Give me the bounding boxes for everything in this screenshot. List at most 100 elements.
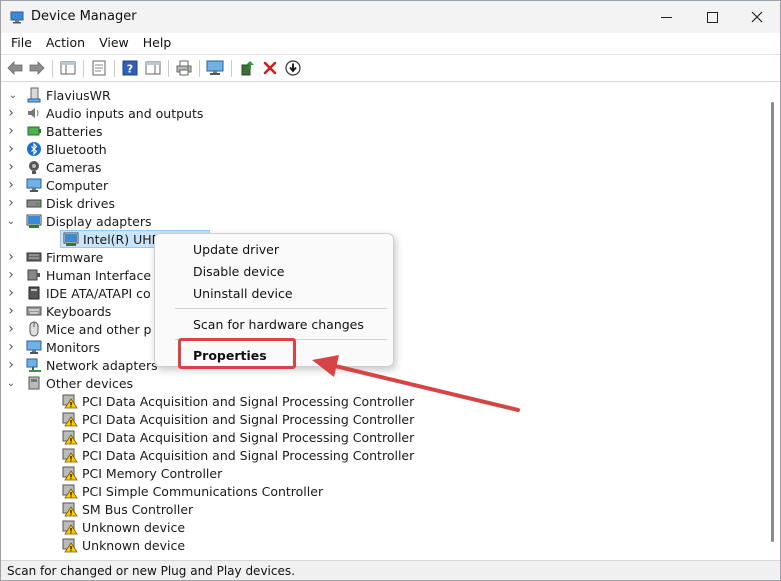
menu-action[interactable]: Action bbox=[39, 33, 92, 53]
chevron-right-icon[interactable]: › bbox=[6, 104, 16, 122]
tree-item-label: Display adapters bbox=[46, 213, 152, 229]
properties-toolbar-button[interactable] bbox=[90, 59, 108, 77]
chevron-right-icon[interactable]: › bbox=[6, 194, 16, 212]
status-bar: Scan for changed or new Plug and Play de… bbox=[1, 560, 780, 580]
ctx-scan-hardware[interactable]: Scan for hardware changes bbox=[193, 317, 364, 332]
menu-view[interactable]: View bbox=[92, 33, 136, 53]
uninstall-device-toolbar-button[interactable] bbox=[261, 59, 279, 77]
warning-device-icon bbox=[62, 412, 78, 427]
forward-button[interactable] bbox=[28, 59, 46, 77]
tree-device[interactable]: PCI Memory Controller bbox=[62, 464, 222, 482]
tree-device[interactable]: SM Bus Controller bbox=[62, 500, 193, 518]
scan-hardware-toolbar-button[interactable] bbox=[206, 59, 224, 77]
chevron-right-icon[interactable]: › bbox=[6, 302, 16, 320]
chevron-right-icon[interactable]: › bbox=[6, 122, 16, 140]
tree-category[interactable]: › Batteries bbox=[8, 122, 103, 140]
ctx-separator bbox=[175, 308, 387, 309]
close-icon bbox=[751, 11, 763, 23]
chevron-right-icon[interactable]: › bbox=[6, 320, 16, 338]
vertical-scrollbar[interactable] bbox=[767, 84, 780, 557]
toolbar: ? bbox=[1, 54, 780, 82]
tree-category[interactable]: › Monitors bbox=[8, 338, 101, 356]
tree-device[interactable]: PCI Data Acquisition and Signal Processi… bbox=[62, 428, 414, 446]
tree-item-label: Batteries bbox=[46, 123, 103, 139]
warning-device-icon bbox=[62, 448, 78, 463]
chevron-right-icon[interactable]: › bbox=[6, 284, 16, 302]
chevron-down-icon[interactable]: ⌄ bbox=[6, 212, 16, 230]
tree-category[interactable]: › Cameras bbox=[8, 158, 101, 176]
toolbar-separator bbox=[168, 60, 169, 77]
tree-device[interactable]: PCI Data Acquisition and Signal Processi… bbox=[62, 446, 414, 464]
update-driver-toolbar-button[interactable] bbox=[238, 59, 256, 77]
toolbar-separator bbox=[83, 60, 84, 77]
tree-item-label: PCI Data Acquisition and Signal Processi… bbox=[82, 429, 415, 445]
annotation-highlight-box bbox=[178, 338, 296, 369]
chevron-right-icon[interactable]: › bbox=[6, 248, 16, 266]
back-button[interactable] bbox=[6, 59, 24, 77]
keyboard-icon bbox=[26, 306, 42, 316]
chevron-down-icon[interactable]: ⌄ bbox=[8, 86, 18, 104]
print-toolbar-button[interactable] bbox=[175, 59, 193, 77]
help-icon: ? bbox=[122, 60, 138, 76]
tree-item-label: Monitors bbox=[46, 339, 101, 355]
tree-category[interactable]: › Human Interface bbox=[8, 266, 151, 284]
close-button[interactable] bbox=[734, 1, 780, 33]
warning-device-icon bbox=[62, 466, 78, 481]
menu-bar: File Action View Help bbox=[1, 33, 780, 53]
maximize-button[interactable] bbox=[689, 1, 735, 33]
menu-help[interactable]: Help bbox=[136, 33, 179, 53]
tree-item-label: IDE ATA/ATAPI co bbox=[46, 285, 151, 301]
monitor-scan-icon bbox=[206, 60, 224, 75]
tree-device[interactable]: Unknown device bbox=[62, 536, 185, 554]
tree-item-label: PCI Data Acquisition and Signal Processi… bbox=[82, 411, 415, 427]
menu-file[interactable]: File bbox=[4, 33, 39, 53]
chevron-right-icon[interactable]: › bbox=[6, 140, 16, 158]
chevron-down-icon[interactable]: ⌄ bbox=[6, 374, 16, 392]
ctx-uninstall-device[interactable]: Uninstall device bbox=[193, 286, 293, 301]
tree-category[interactable]: ⌄ Display adapters bbox=[7, 212, 152, 230]
minimize-icon bbox=[660, 16, 672, 18]
tree-device[interactable]: PCI Data Acquisition and Signal Processi… bbox=[62, 392, 414, 410]
speaker-icon bbox=[28, 108, 39, 118]
tree-item-label: Computer bbox=[46, 177, 109, 193]
tree-item-label: Keyboards bbox=[46, 303, 112, 319]
chevron-right-icon[interactable]: › bbox=[6, 266, 16, 284]
tree-category[interactable]: › Disk drives bbox=[8, 194, 115, 212]
tree-category[interactable]: › IDE ATA/ATAPI co bbox=[8, 284, 151, 302]
download-driver-toolbar-button[interactable] bbox=[284, 59, 302, 77]
chevron-right-icon[interactable]: › bbox=[6, 356, 16, 374]
action-pane-button[interactable] bbox=[144, 59, 162, 77]
battery-icon bbox=[27, 126, 41, 136]
tree-category[interactable]: › Audio inputs and outputs bbox=[8, 104, 203, 122]
tree-category[interactable]: › Keyboards bbox=[8, 302, 112, 320]
tree-item-label: Unknown device bbox=[82, 537, 186, 553]
warning-device-icon bbox=[62, 430, 78, 445]
tree-device[interactable]: Unknown device bbox=[62, 518, 185, 536]
chevron-right-icon[interactable]: › bbox=[6, 338, 16, 356]
tree-category[interactable]: ⌄ Other devices bbox=[7, 374, 133, 392]
tree-root[interactable]: ⌄ FlaviusWR bbox=[6, 86, 111, 104]
show-hide-console-tree-button[interactable] bbox=[59, 59, 77, 77]
device-manager-app-icon bbox=[10, 11, 24, 24]
update-driver-icon bbox=[241, 61, 254, 76]
minimize-button[interactable] bbox=[643, 1, 689, 33]
tree-category[interactable]: › Network adapters bbox=[8, 356, 157, 374]
tree-category[interactable]: › Bluetooth bbox=[8, 140, 107, 158]
tree-category[interactable]: › Firmware bbox=[8, 248, 103, 266]
chevron-right-icon[interactable]: › bbox=[6, 158, 16, 176]
help-toolbar-button[interactable]: ? bbox=[121, 59, 139, 77]
tree-category[interactable]: › Computer bbox=[8, 176, 109, 194]
title-bar[interactable]: Device Manager bbox=[1, 1, 780, 33]
tree-category[interactable]: › Mice and other p bbox=[8, 320, 151, 338]
mouse-icon bbox=[29, 321, 39, 337]
tree-device[interactable]: PCI Simple Communications Controller bbox=[62, 482, 323, 500]
chevron-right-icon[interactable]: › bbox=[6, 176, 16, 194]
tree-device[interactable]: PCI Data Acquisition and Signal Processi… bbox=[62, 410, 414, 428]
tree-item-label: PCI Data Acquisition and Signal Processi… bbox=[82, 447, 415, 463]
red-x-icon bbox=[263, 61, 277, 75]
ide-icon bbox=[28, 286, 40, 300]
scrollbar-thumb[interactable] bbox=[771, 102, 774, 542]
ctx-update-driver[interactable]: Update driver bbox=[193, 242, 279, 257]
ctx-disable-device[interactable]: Disable device bbox=[193, 264, 284, 279]
warning-device-icon bbox=[62, 394, 78, 409]
